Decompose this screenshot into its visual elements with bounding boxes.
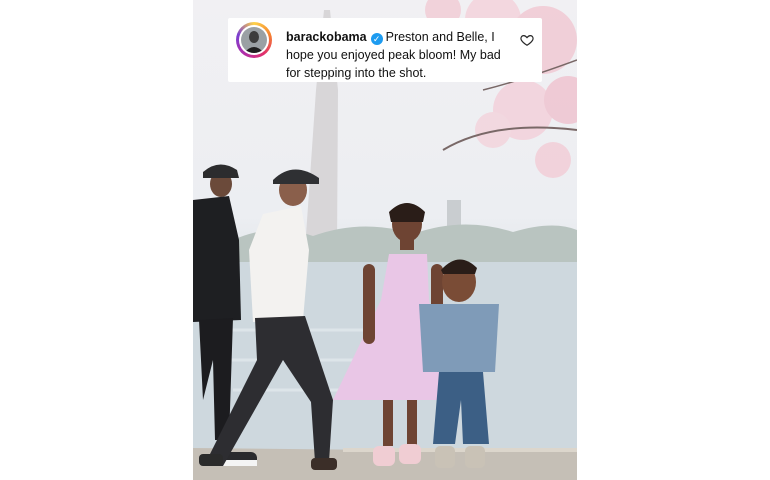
verified-badge-icon: ✓	[370, 33, 383, 45]
avatar[interactable]	[236, 22, 272, 58]
heart-outline-icon[interactable]	[520, 33, 534, 47]
avatar-image	[241, 27, 267, 53]
comment-body: barackobama ✓ Preston and Belle, I hope yo…	[286, 28, 510, 82]
comment-username[interactable]: barackobama	[286, 30, 367, 44]
instagram-comment-card: barackobama ✓ Preston and Belle, I hope yo…	[228, 18, 542, 82]
